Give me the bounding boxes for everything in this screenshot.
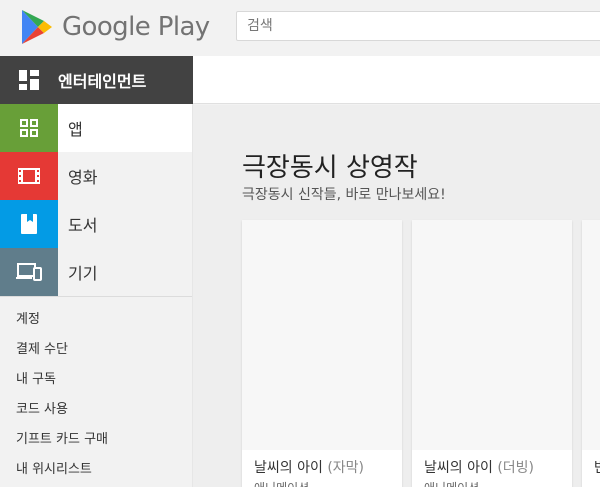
sidebar-item-label: 도서 xyxy=(68,216,98,235)
play-store-page: Google Play 검색 엔터테인먼트 앱 영화 도서 기기 계정 결제 수… xyxy=(0,0,600,487)
link-account[interactable]: 계정 xyxy=(0,305,192,335)
movie-variant: (더빙) xyxy=(497,460,534,476)
search-input[interactable]: 검색 xyxy=(236,11,600,41)
link-my-subscriptions[interactable]: 내 구독 xyxy=(0,365,192,395)
movie-card[interactable]: 날씨의 아이 (더빙) 애니메이션 xyxy=(412,220,572,487)
movie-title-text: 날씨의 아이 xyxy=(254,460,323,476)
google-play-triangle-icon xyxy=(22,10,52,44)
entertainment-grid-icon xyxy=(0,70,58,90)
movie-poster xyxy=(582,220,600,450)
movie-title[interactable]: 날씨의 아이 (자막) xyxy=(254,457,364,477)
movie-title[interactable]: 날씨의 아이 (더빙) xyxy=(424,457,534,477)
film-icon xyxy=(0,152,58,200)
subnav-bar xyxy=(193,56,600,104)
account-links: 계정 결제 수단 내 구독 코드 사용 기프트 카드 구매 내 위시리스트 xyxy=(0,297,192,485)
brand-name: Google Play xyxy=(62,12,210,42)
apps-grid-icon xyxy=(0,104,58,152)
movie-title-text: 날씨의 아이 xyxy=(424,460,493,476)
sidebar-item-apps[interactable]: 앱 xyxy=(0,104,192,152)
link-buy-gift-card[interactable]: 기프트 카드 구매 xyxy=(0,425,192,455)
category-entertainment[interactable]: 엔터테인먼트 xyxy=(0,56,193,104)
movie-poster xyxy=(242,220,402,450)
movie-genre[interactable]: 애니메이션 xyxy=(254,479,309,487)
category-label: 엔터테인먼트 xyxy=(58,72,147,91)
main-content: 극장동시 상영작 극장동시 신작들, 바로 만나보세요! 날씨의 아이 (자막)… xyxy=(193,105,600,487)
movie-card[interactable]: 날씨의 아이 (자막) 애니메이션 xyxy=(242,220,402,487)
header: Google Play 검색 xyxy=(0,0,600,56)
sidebar-item-devices[interactable]: 기기 xyxy=(0,248,192,296)
sidebar-item-label: 앱 xyxy=(68,120,83,139)
sidebar-item-books[interactable]: 도서 xyxy=(0,200,192,248)
link-payment-methods[interactable]: 결제 수단 xyxy=(0,335,192,365)
movie-card[interactable]: 반 xyxy=(582,220,600,487)
movie-genre[interactable]: 애니메이션 xyxy=(424,479,479,487)
link-redeem[interactable]: 코드 사용 xyxy=(0,395,192,425)
movie-poster xyxy=(412,220,572,450)
devices-icon xyxy=(0,248,58,296)
google-play-logo[interactable]: Google Play xyxy=(20,7,210,47)
book-icon xyxy=(0,200,58,248)
section-subtitle: 극장동시 신작들, 바로 만나보세요! xyxy=(242,187,446,203)
sidebar-item-movies[interactable]: 영화 xyxy=(0,152,192,200)
link-wishlist[interactable]: 내 위시리스트 xyxy=(0,455,192,485)
movie-title-text: 반 xyxy=(594,460,600,476)
section-title: 극장동시 상영작 xyxy=(242,153,418,183)
movie-variant: (자막) xyxy=(327,460,364,476)
sidebar: 앱 영화 도서 기기 계정 결제 수단 내 구독 코드 사용 기프트 카드 구매… xyxy=(0,104,193,487)
movie-title[interactable]: 반 xyxy=(594,457,600,477)
sidebar-item-label: 기기 xyxy=(68,264,98,283)
sidebar-item-label: 영화 xyxy=(68,168,98,187)
